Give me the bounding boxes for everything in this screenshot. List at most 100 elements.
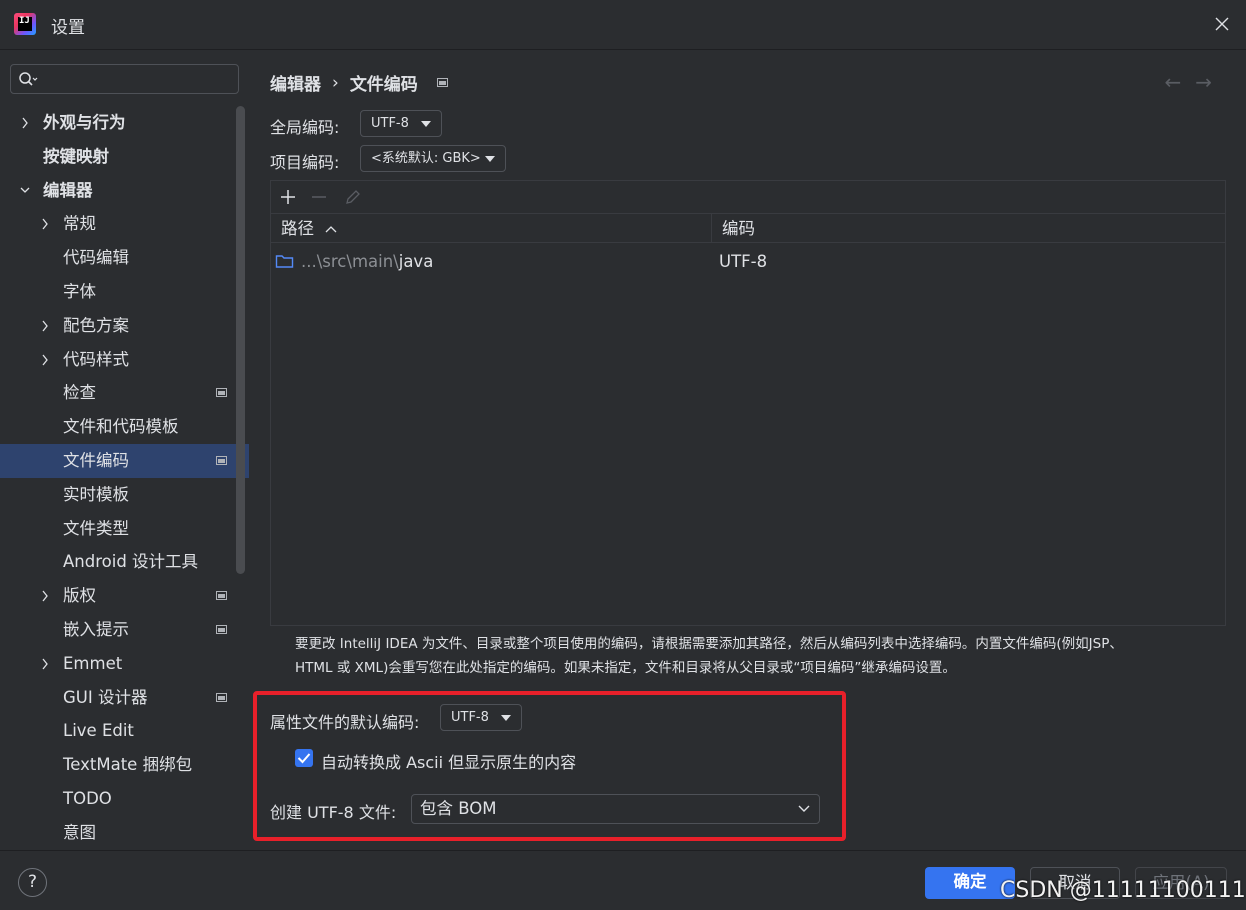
project-scope-icon [216, 455, 227, 465]
edit-path-button[interactable] [343, 187, 363, 207]
global-encoding-dropdown[interactable]: UTF-8 [360, 110, 442, 137]
sidebar-item[interactable]: 常规 [0, 207, 249, 241]
sidebar-item[interactable]: 文件类型 [0, 512, 249, 546]
settings-tree: 外观与行为按键映射编辑器常规代码编辑 字体 配色方案 代码样式检查文件和代码模板 文件编… [0, 106, 249, 850]
sidebar-item[interactable]: Android 设计工具 [0, 545, 249, 579]
project-scope-icon [436, 78, 448, 87]
column-header-encoding[interactable]: 编码 [722, 214, 755, 243]
sidebar-item[interactable]: 外观与行为 [0, 106, 249, 140]
project-scope-icon [216, 692, 227, 702]
sidebar-item[interactable]: TextMate 捆绑包 [0, 748, 249, 782]
sidebar-item-label: 意图 [63, 822, 96, 842]
sidebar-item[interactable]: 配色方案 [0, 309, 249, 343]
column-divider[interactable] [711, 214, 712, 243]
add-path-button[interactable] [278, 187, 298, 207]
project-scope-icon [216, 591, 227, 601]
chevron-right-icon[interactable] [40, 658, 50, 670]
sidebar-item[interactable]: 检查 [0, 376, 249, 410]
window-title: 设置 [51, 18, 85, 38]
project-encoding-label: 项目编码: [270, 153, 340, 172]
sidebar-item-label: 文件和代码模板 [63, 417, 179, 437]
sidebar-item[interactable]: 按键映射 [0, 140, 249, 174]
chevron-right-icon[interactable] [20, 117, 30, 129]
close-button[interactable] [1210, 12, 1234, 36]
path-name: java [398, 252, 434, 271]
table-toolbar [271, 181, 1225, 214]
native-to-ascii-checkbox[interactable] [295, 749, 313, 767]
sidebar-item[interactable]: 代码编辑 [0, 241, 249, 275]
encoding-hint: 要更改 IntelliJ IDEA 为文件、目录或整个项目使用的编码，请根据需要… [295, 632, 1225, 680]
sidebar-item[interactable]: 嵌入提示 [0, 613, 249, 647]
chevron-right-icon[interactable] [40, 590, 50, 602]
sidebar-item-label: 版权 [63, 586, 96, 606]
sidebar-item[interactable]: 版权 [0, 579, 249, 613]
sidebar-item[interactable]: 代码样式 [0, 343, 249, 377]
chevron-right-icon[interactable] [40, 354, 50, 366]
csdn-watermark: CSDN @11111100111 [1000, 878, 1246, 903]
chevron-right-icon[interactable] [40, 218, 50, 230]
chevron-right-icon[interactable] [40, 320, 50, 332]
properties-encoding-dropdown[interactable]: UTF-8 [440, 704, 522, 731]
path-prefix: ...\src\main\ [301, 252, 399, 271]
sidebar-item[interactable]: 文件和代码模板 [0, 410, 249, 444]
sidebar-item-label: Android 设计工具 [63, 552, 199, 572]
dropdown-arrow-icon [501, 715, 511, 721]
project-encoding-dropdown[interactable]: <系统默认: GBK> [360, 145, 506, 172]
search-icon [19, 72, 38, 86]
breadcrumb-parent[interactable]: 编辑器 [270, 70, 321, 95]
column-path-label: 路径 [281, 219, 314, 238]
sidebar-item[interactable]: 字体 [0, 275, 249, 309]
sidebar-item-label: 嵌入提示 [63, 619, 129, 639]
project-encoding-value: <系统默认: GBK> [371, 151, 481, 166]
back-arrow-icon[interactable]: ← [1164, 70, 1181, 94]
table-row[interactable]: ...\src\main\java UTF-8 [271, 247, 1225, 277]
path-encoding-table: 路径 编码 ...\src\main\java UTF-8 [270, 180, 1226, 626]
sidebar-item-label: 检查 [63, 383, 96, 403]
settings-search-input[interactable] [10, 64, 239, 94]
sidebar-item[interactable]: TODO [0, 782, 249, 816]
sidebar-item[interactable]: GUI 设计器 [0, 681, 249, 715]
pencil-icon [346, 190, 360, 204]
sidebar-item[interactable]: Live Edit [0, 714, 249, 748]
help-button[interactable]: ? [18, 868, 47, 897]
sidebar-item[interactable]: 实时模板 [0, 478, 249, 512]
table-header: 路径 编码 [271, 214, 1225, 243]
sidebar-item-label: GUI 设计器 [63, 687, 148, 707]
sort-ascending-icon [325, 226, 337, 233]
chevron-down-icon[interactable] [20, 185, 30, 197]
hint-line-2: HTML 或 XML)会重写您在此处指定的编码。如果未指定，文件和目录将从父目录… [295, 660, 956, 676]
sidebar-item-label: TODO [63, 788, 112, 808]
sidebar-item[interactable]: 文件编码 [0, 443, 249, 478]
sidebar-item-label: 常规 [63, 214, 96, 234]
hint-line-1: 要更改 IntelliJ IDEA 为文件、目录或整个项目使用的编码，请根据需要… [295, 636, 1123, 652]
sidebar-item-label: Emmet [63, 653, 123, 673]
native-to-ascii-label[interactable]: 自动转换成 Ascii 但显示原生的内容 [321, 749, 576, 773]
sidebar-item-label: 实时模板 [63, 484, 129, 504]
sidebar-item[interactable]: 意图 [0, 816, 249, 850]
project-scope-icon [216, 624, 227, 634]
history-navigation: ← → [1164, 70, 1212, 94]
sidebar-item-label: 文件编码 [63, 450, 129, 470]
sidebar-item-label: 按键映射 [43, 146, 109, 166]
sidebar-item[interactable]: Emmet [0, 647, 249, 681]
plus-icon [281, 190, 295, 204]
remove-path-button[interactable] [309, 187, 329, 207]
bom-dropdown[interactable]: 包含 BOM [411, 794, 820, 824]
encoding-cell: UTF-8 [719, 252, 768, 271]
intellij-logo-icon: IJ [14, 13, 36, 35]
forward-arrow-icon[interactable]: → [1195, 70, 1212, 94]
global-encoding-label: 全局编码: [270, 118, 340, 137]
dropdown-arrow-icon [421, 121, 431, 127]
path-cell: ...\src\main\java [275, 247, 433, 277]
column-header-path[interactable]: 路径 [281, 214, 337, 243]
breadcrumb: 编辑器 › 文件编码 [270, 70, 448, 95]
settings-sidebar: 外观与行为按键映射编辑器常规代码编辑 字体 配色方案 代码样式检查文件和代码模板 文件编… [0, 51, 249, 850]
sidebar-item-label: 编辑器 [43, 180, 93, 200]
properties-encoding-value: UTF-8 [451, 710, 489, 725]
project-scope-icon [216, 388, 227, 398]
global-encoding-value: UTF-8 [371, 116, 409, 131]
sidebar-item[interactable]: 编辑器 [0, 174, 249, 208]
folder-icon [275, 255, 294, 268]
close-icon [1215, 17, 1229, 31]
sidebar-scrollbar[interactable] [236, 106, 245, 574]
